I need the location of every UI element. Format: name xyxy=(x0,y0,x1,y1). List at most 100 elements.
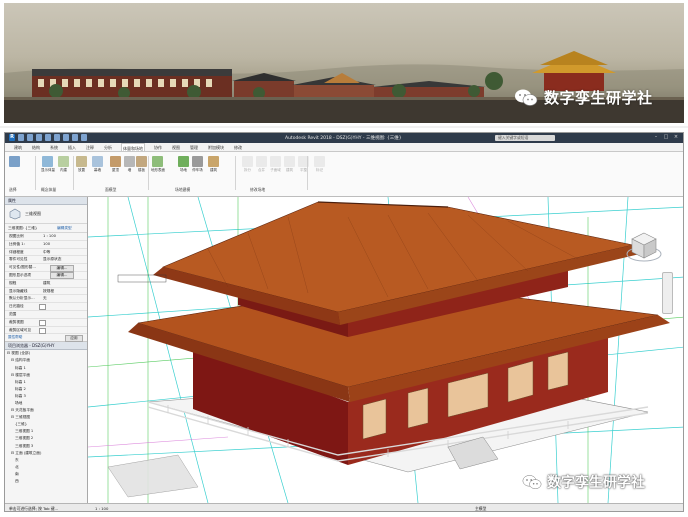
merge-surface-icon xyxy=(256,156,267,167)
view-selector[interactable]: 三维视图: {三维} xyxy=(8,226,37,230)
edit-button[interactable]: 编辑... xyxy=(50,264,74,272)
browser-tree-item[interactable]: 三维视图 1 xyxy=(5,428,87,435)
property-row[interactable]: 零件可见性 显示原状态 xyxy=(5,256,87,265)
parking-button[interactable]: 停车场 xyxy=(191,156,204,172)
minimize-icon[interactable]: – xyxy=(653,134,659,141)
property-line-button[interactable]: 建筑 xyxy=(283,156,296,172)
tab-5[interactable]: 分析 xyxy=(103,143,113,151)
property-row[interactable]: 默认分析显示... 无 xyxy=(5,295,87,304)
property-checkbox[interactable] xyxy=(39,304,46,311)
graded-region-button[interactable]: 平整 xyxy=(297,156,310,172)
property-row[interactable]: 可见性/图形替... 编辑... xyxy=(5,264,87,272)
tab-3[interactable]: 插入 xyxy=(67,143,77,151)
browser-tree-item[interactable]: ⊟ 视图 (全部) xyxy=(5,350,87,357)
redo-icon[interactable] xyxy=(45,134,51,141)
browser-tree-item[interactable]: 三维视图 2 xyxy=(5,435,87,442)
property-value[interactable]: 建筑 xyxy=(43,280,50,287)
property-value[interactable]: 100 xyxy=(43,241,50,248)
main-model-indicator[interactable]: 主模型 xyxy=(475,504,486,511)
tab-9[interactable]: 管理 xyxy=(189,143,199,151)
property-value[interactable]: 按规程 xyxy=(43,288,54,295)
browser-tree-item[interactable]: ⊟ 楼层平面 xyxy=(5,372,87,379)
toposurface-button[interactable]: 地形表面 xyxy=(151,156,165,172)
search-input[interactable]: 键入关键字或短语 xyxy=(495,134,555,141)
browser-tree-item[interactable]: ⊟ 三维视图 xyxy=(5,414,87,421)
mass-show-button[interactable]: 显示体量 xyxy=(41,156,55,172)
3d-view-icon[interactable] xyxy=(81,134,87,141)
property-row[interactable]: 显示隐藏线 按规程 xyxy=(5,288,87,296)
property-row[interactable]: 裁剪视图 xyxy=(5,319,87,327)
browser-tree-item[interactable]: 东 xyxy=(5,457,87,464)
property-row[interactable]: 日光路径 xyxy=(5,303,87,311)
property-checkbox[interactable] xyxy=(39,319,46,326)
split-surface-button[interactable]: 拆分 xyxy=(241,156,254,172)
view-cube-icon[interactable] xyxy=(624,227,664,267)
type-selector[interactable]: 三维视图 xyxy=(5,205,87,224)
print-icon[interactable] xyxy=(54,134,60,141)
tab-10[interactable]: 附加模块 xyxy=(207,143,225,151)
property-row[interactable]: 裁剪区域可见 xyxy=(5,327,87,335)
floor-button[interactable]: 楼板 xyxy=(135,156,148,172)
browser-tree-item[interactable]: 标高 2 xyxy=(5,386,87,393)
property-label: 比例值 1: xyxy=(9,241,25,246)
browser-tree-item[interactable]: 南 xyxy=(5,471,87,478)
browser-tree-item[interactable]: ⊟ 天花板平面 xyxy=(5,407,87,414)
tab-1[interactable]: 结构 xyxy=(31,143,41,151)
edit-button[interactable]: 编辑... xyxy=(50,272,74,280)
tab-0[interactable]: 建筑 xyxy=(13,143,23,151)
curtain-system-button[interactable]: 幕墙 xyxy=(91,156,104,172)
browser-tree-item[interactable]: ⊟ 立面 (建筑立面) xyxy=(5,450,87,457)
property-row[interactable]: 详细程度 中等 xyxy=(5,249,87,257)
property-row[interactable]: 规程 建筑 xyxy=(5,280,87,288)
view-scale[interactable]: 1 : 100 xyxy=(95,504,108,511)
close-icon[interactable]: × xyxy=(673,134,679,141)
tab-2[interactable]: 系统 xyxy=(49,143,59,151)
property-row[interactable]: 视图比例 1 : 100 xyxy=(5,233,87,241)
property-value[interactable]: 显示原状态 xyxy=(43,256,61,263)
text-icon[interactable] xyxy=(72,134,78,141)
tab-7[interactable]: 协作 xyxy=(153,143,163,151)
property-value[interactable]: 无 xyxy=(43,295,47,302)
browser-tree-item[interactable]: {三维} xyxy=(5,421,87,428)
browser-tree-item[interactable]: 北 xyxy=(5,464,87,471)
merge-surface-button[interactable]: 合并 xyxy=(255,156,268,172)
edit-type-button[interactable]: 编辑类型 xyxy=(57,224,72,232)
site-component-button[interactable]: 场地 xyxy=(177,156,190,172)
browser-tree-item[interactable]: 西 xyxy=(5,478,87,485)
open-icon[interactable] xyxy=(18,134,24,141)
apply-button[interactable]: 应用 xyxy=(65,335,83,343)
properties-help-link[interactable]: 属性帮助 xyxy=(8,335,22,339)
property-row[interactable]: 范围 xyxy=(5,311,87,319)
navigation-bar[interactable] xyxy=(662,272,673,314)
browser-tree-item[interactable]: 标高 1 xyxy=(5,365,87,372)
label-contours-button[interactable]: 标记 xyxy=(313,156,326,172)
tab-11[interactable]: 修改 xyxy=(233,143,243,151)
tab-4[interactable]: 注释 xyxy=(85,143,95,151)
tab-8[interactable]: 视图 xyxy=(171,143,181,151)
measure-icon[interactable] xyxy=(63,134,69,141)
roof-button[interactable]: 屋顶 xyxy=(109,156,122,172)
browser-tree-item[interactable]: 三维视图 3 xyxy=(5,443,87,450)
browser-tree-item[interactable]: 标高 3 xyxy=(5,393,87,400)
browser-tree-item[interactable]: 场地 xyxy=(5,400,87,407)
property-value[interactable]: 1 : 100 xyxy=(43,233,56,240)
place-mass-button[interactable]: 放置 xyxy=(75,156,88,172)
undo-icon[interactable] xyxy=(36,134,42,141)
property-checkbox[interactable] xyxy=(39,327,46,334)
3d-viewport[interactable] xyxy=(88,197,684,503)
browser-tree-item[interactable]: ⊟ 结构平面 xyxy=(5,357,87,364)
palace-3d-model[interactable] xyxy=(88,197,684,503)
save-icon[interactable] xyxy=(27,134,33,141)
title-bar: R Autodesk Revit 2018 - DSZ(G)YHY - 三维视图… xyxy=(5,133,683,143)
revit-logo-icon[interactable]: R xyxy=(9,134,15,141)
building-pad-button[interactable]: 建筑 xyxy=(207,156,220,172)
maximize-icon[interactable]: □ xyxy=(663,134,669,141)
browser-tree-item[interactable]: 标高 1 xyxy=(5,379,87,386)
inplace-mass-button[interactable]: 内建 xyxy=(57,156,70,172)
subregion-button[interactable]: 子面域 xyxy=(269,156,282,172)
property-row[interactable]: 比例值 1: 100 xyxy=(5,241,87,249)
tab-6[interactable]: 体量和场地 xyxy=(121,143,145,151)
property-row[interactable]: 图形显示选项 编辑... xyxy=(5,272,87,280)
property-value[interactable]: 中等 xyxy=(43,249,50,256)
modify-select-button[interactable] xyxy=(8,156,21,167)
